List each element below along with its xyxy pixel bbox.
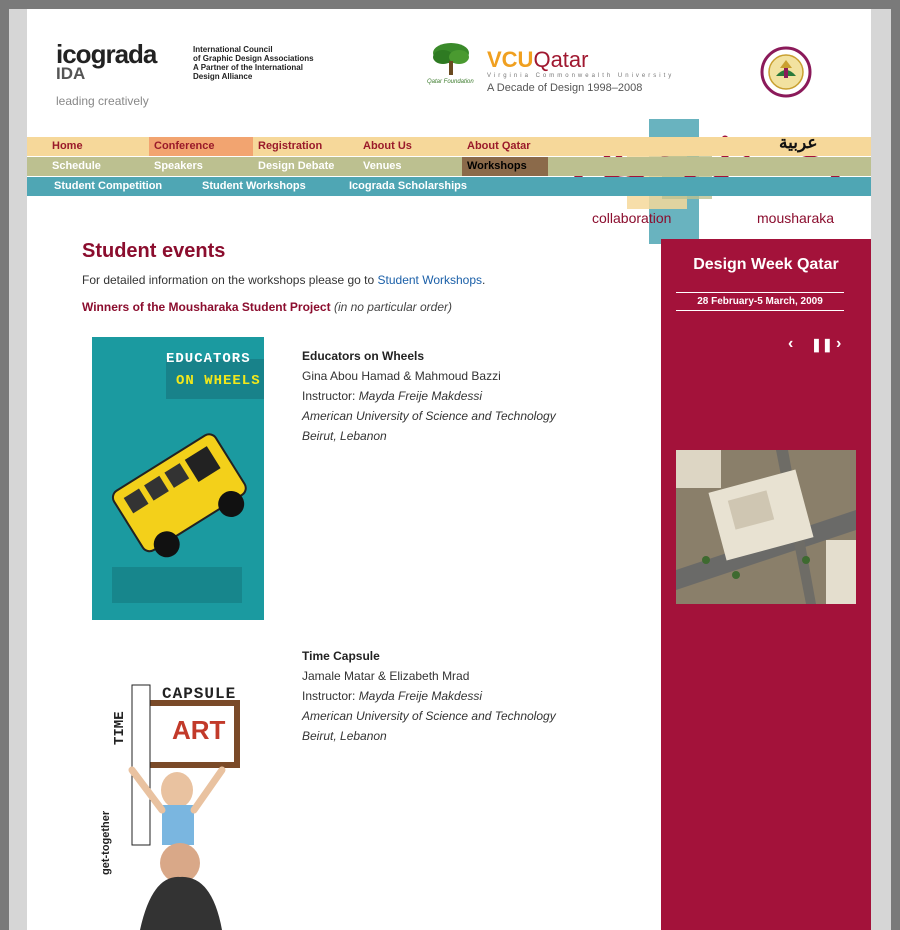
poster-educators-on-wheels[interactable]: EDUCATORS ON WHEELS <box>92 337 264 620</box>
entry-city: Beirut, Lebanon <box>302 729 387 743</box>
nav-speakers[interactable]: Speakers <box>149 157 253 176</box>
sidebar-date: 28 February-5 March, 2009 <box>676 292 844 311</box>
sidebar: Design Week Qatar 28 February-5 March, 2… <box>661 239 871 930</box>
vcu-subtitle: Virginia Commonwealth University <box>487 73 675 79</box>
entry-title: Educators on Wheels <box>302 349 425 363</box>
campus-aerial-photo <box>676 450 856 604</box>
vcu-wordmark: VCUQatar <box>487 49 674 71</box>
nav-icograda-scholarships[interactable]: Icograda Scholarships <box>344 177 504 196</box>
nav-venues[interactable]: Venues <box>358 157 462 176</box>
nav-about-us[interactable]: About Us <box>358 137 462 156</box>
nav-about-qatar[interactable]: About Qatar <box>462 137 548 156</box>
entry-instructor: Instructor: Mayda Freije Makdessi <box>302 686 556 706</box>
intro-text: For detailed information on the workshop… <box>82 273 485 287</box>
entry-school: American University of Science and Techn… <box>302 709 556 723</box>
winners-note: (in no particular order) <box>333 300 453 314</box>
next-slide-icon[interactable]: › <box>836 335 841 353</box>
nav-row-1: Home Conference Registration About Us Ab… <box>27 137 871 156</box>
nav-schedule[interactable]: Schedule <box>47 157 149 176</box>
nav-home[interactable]: Home <box>47 137 149 156</box>
qatar-part: Qatar <box>533 47 589 72</box>
nav-student-workshops[interactable]: Student Workshops <box>197 177 345 196</box>
page-title: Student events <box>82 240 226 262</box>
vcu-decade: A Decade of Design 1998–2008 <box>487 82 643 94</box>
qatar-emblem-icon <box>760 46 812 98</box>
poster1-title-2: ON WHEELS <box>176 373 261 389</box>
icograda-logo[interactable]: icograda IDA leading creatively <box>56 39 157 108</box>
council-line: International Council <box>193 45 273 54</box>
poster2-title-2: ART <box>172 715 226 745</box>
nav-workshops[interactable]: Workshops <box>462 157 548 176</box>
student-workshops-link[interactable]: Student Workshops <box>378 273 483 287</box>
poster2-caption: get-together <box>100 810 112 875</box>
winners-heading: Winners of the Mousharaka Student Projec… <box>82 300 452 314</box>
page: icograda IDA leading creatively Internat… <box>27 9 871 930</box>
poster1-title-1: EDUCATORS <box>166 351 251 367</box>
poster2-title-1: CAPSULE <box>162 685 237 703</box>
intro-suffix: . <box>482 273 486 287</box>
qatar-foundation-label: Qatar Foundation <box>427 79 474 85</box>
main-nav: Home Conference Registration About Us Ab… <box>27 137 871 196</box>
collaboration-label: collaboration <box>592 210 671 226</box>
instructor-label: Instructor: <box>302 689 359 703</box>
nav-registration[interactable]: Registration <box>253 137 358 156</box>
entry-students: Jamale Matar & Elizabeth Mrad <box>302 669 470 683</box>
entry-educators-on-wheels: Educators on Wheels Gina Abou Hamad & Ma… <box>302 346 556 446</box>
icograda-wordmark: icograda <box>56 39 157 69</box>
nav-student-competition[interactable]: Student Competition <box>49 177 197 196</box>
nav-conference[interactable]: Conference <box>149 137 253 156</box>
council-line: A Partner of the International <box>193 63 303 72</box>
nav-row-2: Schedule Speakers Design Debate Venues W… <box>27 157 871 176</box>
entry-city: Beirut, Lebanon <box>302 429 387 443</box>
vcu-qatar-logo[interactable]: VCUQatar Virginia Commonwealth Universit… <box>487 49 675 95</box>
nav-row-3: Student Competition Student Workshops Ic… <box>27 177 871 196</box>
previous-slide-icon[interactable]: ‹ <box>788 335 793 353</box>
entry-school: American University of Science and Techn… <box>302 409 556 423</box>
sidebar-title: Design Week Qatar <box>693 256 839 273</box>
council-text: International Council of Graphic Design … <box>193 45 323 81</box>
campus-photo-art <box>676 450 856 604</box>
council-line: Design Alliance <box>193 72 253 81</box>
mousharaka-label: mousharaka <box>757 210 834 226</box>
arabic-language-link[interactable]: عربية <box>779 133 818 153</box>
entry-title: Time Capsule <box>302 649 380 663</box>
qatar-foundation-tree-icon[interactable] <box>429 39 473 83</box>
icograda-tagline: leading creatively <box>56 94 149 108</box>
winners-bold: Winners of the Mousharaka Student Projec… <box>82 300 331 314</box>
nav-design-debate[interactable]: Design Debate <box>253 157 358 176</box>
intro-prefix: For detailed information on the workshop… <box>82 273 378 287</box>
instructor-name: Mayda Freije Makdessi <box>358 389 483 403</box>
entry-instructor: Instructor: Mayda Freije Makdessi <box>302 386 556 406</box>
instructor-label: Instructor: <box>302 389 359 403</box>
poster2-side: TIME <box>112 711 128 745</box>
vcu-part: VCU <box>487 47 534 72</box>
instructor-name: Mayda Freije Makdessi <box>358 689 483 703</box>
entry-students: Gina Abou Hamad & Mahmoud Bazzi <box>302 369 501 383</box>
pause-slideshow-icon[interactable]: ❚❚ <box>811 337 833 353</box>
entry-time-capsule: Time Capsule Jamale Matar & Elizabeth Mr… <box>302 646 556 746</box>
council-line: of Graphic Design Associations <box>193 54 314 63</box>
poster-time-capsule[interactable]: CAPSULE ART TIME get-together <box>92 645 292 930</box>
